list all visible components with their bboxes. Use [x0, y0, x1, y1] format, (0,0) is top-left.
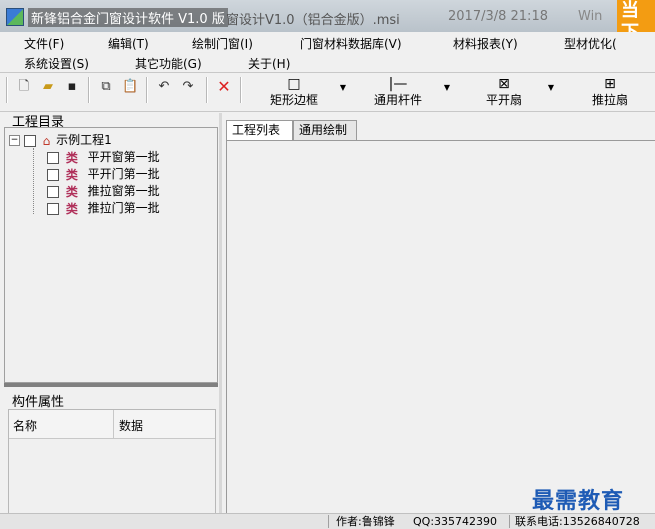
paste-icon[interactable]: 📋: [122, 79, 138, 95]
menu-material-database[interactable]: 门窗材料数据库(V): [300, 35, 402, 52]
casement-sash-label: 平开扇: [485, 93, 522, 107]
status-qq: QQ:335742390: [413, 515, 498, 528]
category-icon: 类: [65, 201, 78, 216]
casement-sash-dropdown-icon[interactable]: ▼: [546, 83, 556, 93]
status-phone: 联系电话:13526840728: [515, 515, 640, 528]
props-column-name[interactable]: 名称: [13, 417, 37, 434]
common-bar-icon: |—: [388, 76, 408, 92]
casement-sash-button[interactable]: ⊠ 平开扇: [476, 75, 532, 109]
sliding-sash-button[interactable]: ⊞ 推拉扇: [582, 75, 638, 109]
props-header-row: 名称 数据: [9, 410, 215, 439]
tab-project-list[interactable]: 工程列表: [226, 120, 293, 140]
content-area[interactable]: [226, 140, 655, 514]
title-bar: 新锋铝合金门窗设计软件 V1.0 版 窗设计V1.0（铝合金版）.msi 201…: [0, 0, 655, 44]
window-label: Win: [578, 9, 603, 24]
rect-frame-dropdown-icon[interactable]: ▼: [338, 83, 348, 93]
menu-system-settings[interactable]: 系统设置(S): [24, 55, 89, 72]
props-grid: 名称 数据: [8, 409, 216, 515]
status-separator: [509, 515, 510, 528]
tree-item-label: 平开门第一批: [87, 167, 160, 181]
menu-material-report[interactable]: 材料报表(Y): [453, 35, 518, 52]
tree-connector: [33, 148, 34, 214]
tree-root-label: 示例工程1: [56, 133, 112, 147]
tree-checkbox[interactable]: [23, 134, 36, 147]
status-separator: [328, 515, 329, 528]
tab-general-draw[interactable]: 通用绘制: [293, 120, 357, 140]
tree-checkbox[interactable]: [47, 151, 59, 164]
redo-icon[interactable]: ↷: [180, 79, 196, 95]
menu-draw-windows[interactable]: 绘制门窗(I): [192, 35, 253, 52]
menu-profile-optimize[interactable]: 型材优化(: [564, 35, 617, 52]
tree-checkbox[interactable]: [47, 202, 59, 215]
props-panel-title: 构件属性: [12, 395, 65, 410]
timestamp: 2017/3/8 21:18: [448, 9, 548, 24]
rect-frame-label: 矩形边框: [269, 93, 318, 107]
tree-item[interactable]: 类 推拉门第一批: [47, 200, 160, 216]
collapse-icon[interactable]: −: [9, 135, 20, 146]
toolbar-separator: [206, 77, 208, 103]
toolbar: 🗋 ▰ ▪ ⧉ 📋 ↶ ↷ ✕ □ 矩形边框 ▼ |— 通用杆件 ▼ ⊠ 平开扇…: [0, 73, 655, 112]
toolbar-separator: [88, 77, 90, 103]
delete-icon[interactable]: ✕: [216, 79, 232, 95]
save-icon[interactable]: ▪: [64, 79, 80, 95]
casement-sash-icon: ⊠: [498, 76, 510, 92]
toolbar-separator: [146, 77, 148, 103]
status-author: 作者:鲁锦锋: [336, 515, 395, 528]
app-icon: [6, 8, 24, 26]
document-title: 窗设计V1.0（铝合金版）.msi: [226, 13, 400, 28]
category-icon: 类: [65, 184, 78, 199]
category-icon: 类: [65, 167, 78, 182]
category-icon: 类: [65, 150, 78, 165]
props-column-data[interactable]: 数据: [119, 417, 143, 434]
column-divider[interactable]: [113, 410, 114, 438]
tree-item[interactable]: 类 推拉窗第一批: [47, 183, 160, 199]
menu-bar: 文件(F) 编辑(T) 绘制门窗(I) 门窗材料数据库(V) 材料报表(Y) 型…: [0, 32, 655, 73]
tree-item[interactable]: 类 平开门第一批: [47, 166, 160, 182]
sliding-sash-label: 推拉扇: [591, 93, 628, 107]
menu-edit[interactable]: 编辑(T): [108, 35, 149, 52]
project-icon: ⌂: [42, 133, 51, 148]
common-bar-dropdown-icon[interactable]: ▼: [442, 83, 452, 93]
menu-other-functions[interactable]: 其它功能(G): [135, 55, 202, 72]
common-bar-label: 通用杆件: [373, 93, 422, 107]
tree-item-label: 平开窗第一批: [87, 150, 160, 164]
toolbar-separator: [240, 77, 242, 103]
tree-root-row[interactable]: − ⌂ 示例工程1: [9, 132, 112, 148]
toolbar-grip: [6, 77, 8, 103]
vertical-splitter[interactable]: [219, 113, 222, 513]
app-title: 新锋铝合金门窗设计软件 V1.0 版: [28, 8, 228, 27]
sliding-sash-icon: ⊞: [604, 76, 616, 92]
common-bar-button[interactable]: |— 通用杆件: [366, 75, 430, 109]
new-file-icon[interactable]: 🗋: [16, 79, 32, 95]
copy-icon[interactable]: ⧉: [98, 79, 114, 95]
tree-item-label: 推拉窗第一批: [87, 184, 160, 198]
watermark: 最需教育: [532, 488, 625, 514]
tree-checkbox[interactable]: [47, 168, 59, 181]
menu-about[interactable]: 关于(H): [248, 55, 290, 72]
panel-splitter[interactable]: [4, 383, 218, 387]
open-folder-icon[interactable]: ▰: [40, 79, 56, 95]
status-bar: 作者:鲁锦锋 QQ:335742390 联系电话:13526840728: [0, 513, 655, 529]
tree-item[interactable]: 类 平开窗第一批: [47, 149, 160, 165]
tree-item-label: 推拉门第一批: [87, 201, 160, 215]
project-tree: − ⌂ 示例工程1 类 平开窗第一批 类 平开门第一批 类 推拉窗第一批 类 推…: [4, 127, 218, 383]
menu-file[interactable]: 文件(F): [24, 35, 64, 52]
undo-icon[interactable]: ↶: [156, 79, 172, 95]
rect-frame-icon: □: [287, 76, 301, 92]
rect-frame-button[interactable]: □ 矩形边框: [262, 75, 326, 109]
tree-checkbox[interactable]: [47, 185, 59, 198]
